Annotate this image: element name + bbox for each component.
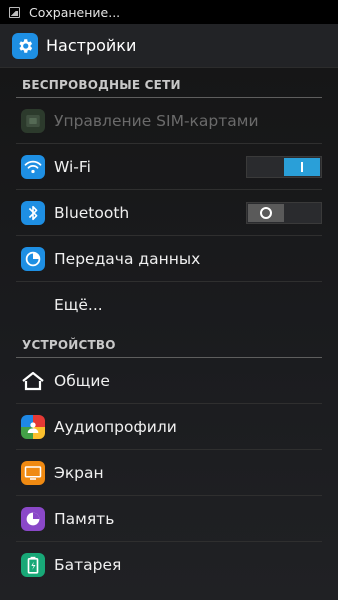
battery-icon <box>21 553 45 577</box>
device-list: Общие Аудиопрофили Экран Память Батарея <box>0 358 338 588</box>
status-notification-text: Сохранение... <box>29 4 121 20</box>
action-bar: Настройки <box>0 24 338 68</box>
settings-gear-icon[interactable] <box>12 32 38 59</box>
audio-profile-icon <box>21 414 45 439</box>
section-header-wireless: БЕСПРОВОДНЫЕ СЕТИ <box>16 68 322 98</box>
sim-management-label: Управление SIM-картами <box>54 111 259 130</box>
memory-item[interactable]: Память <box>16 496 322 542</box>
wifi-item[interactable]: Wi-Fi <box>16 144 322 190</box>
sim-management-item[interactable]: Управление SIM-картами <box>16 98 322 144</box>
more-label: Ещё... <box>54 296 103 314</box>
wifi-icon <box>21 154 45 179</box>
bluetooth-toggle[interactable] <box>246 201 322 224</box>
home-icon <box>21 369 45 393</box>
section-header-device: УСТРОЙСТВО <box>16 328 322 358</box>
bluetooth-item[interactable]: Bluetooth <box>16 190 322 236</box>
audio-profiles-label: Аудиопрофили <box>54 417 177 436</box>
battery-item[interactable]: Батарея <box>16 542 322 588</box>
screen-label: Экран <box>54 463 104 482</box>
status-bar: Сохранение... <box>0 0 338 24</box>
bluetooth-label: Bluetooth <box>54 203 130 222</box>
wifi-toggle-knob <box>284 157 320 176</box>
screen-item[interactable]: Экран <box>16 450 322 496</box>
general-label: Общие <box>54 371 110 390</box>
wifi-label: Wi-Fi <box>54 157 91 176</box>
memory-label: Память <box>54 509 115 528</box>
settings-screen: Сохранение... Настройки БЕСПРОВОДНЫЕ СЕТ… <box>0 0 338 600</box>
battery-label: Батарея <box>54 556 122 574</box>
data-usage-item[interactable]: Передача данных <box>16 236 322 282</box>
gallery-icon <box>9 6 20 18</box>
bluetooth-icon <box>21 200 45 225</box>
data-usage-label: Передача данных <box>54 249 201 268</box>
audio-profiles-item[interactable]: Аудиопрофили <box>16 404 322 450</box>
data-usage-icon <box>21 246 45 271</box>
wifi-toggle[interactable] <box>246 155 322 178</box>
general-item[interactable]: Общие <box>16 358 322 404</box>
storage-icon <box>21 506 45 531</box>
page-title: Настройки <box>46 36 137 55</box>
more-item[interactable]: Ещё... <box>16 282 322 328</box>
display-icon <box>21 460 45 485</box>
sim-card-icon <box>21 108 45 133</box>
bluetooth-toggle-knob <box>248 203 284 222</box>
wireless-list: Управление SIM-картами Wi-Fi Bluetooth П… <box>0 98 338 328</box>
